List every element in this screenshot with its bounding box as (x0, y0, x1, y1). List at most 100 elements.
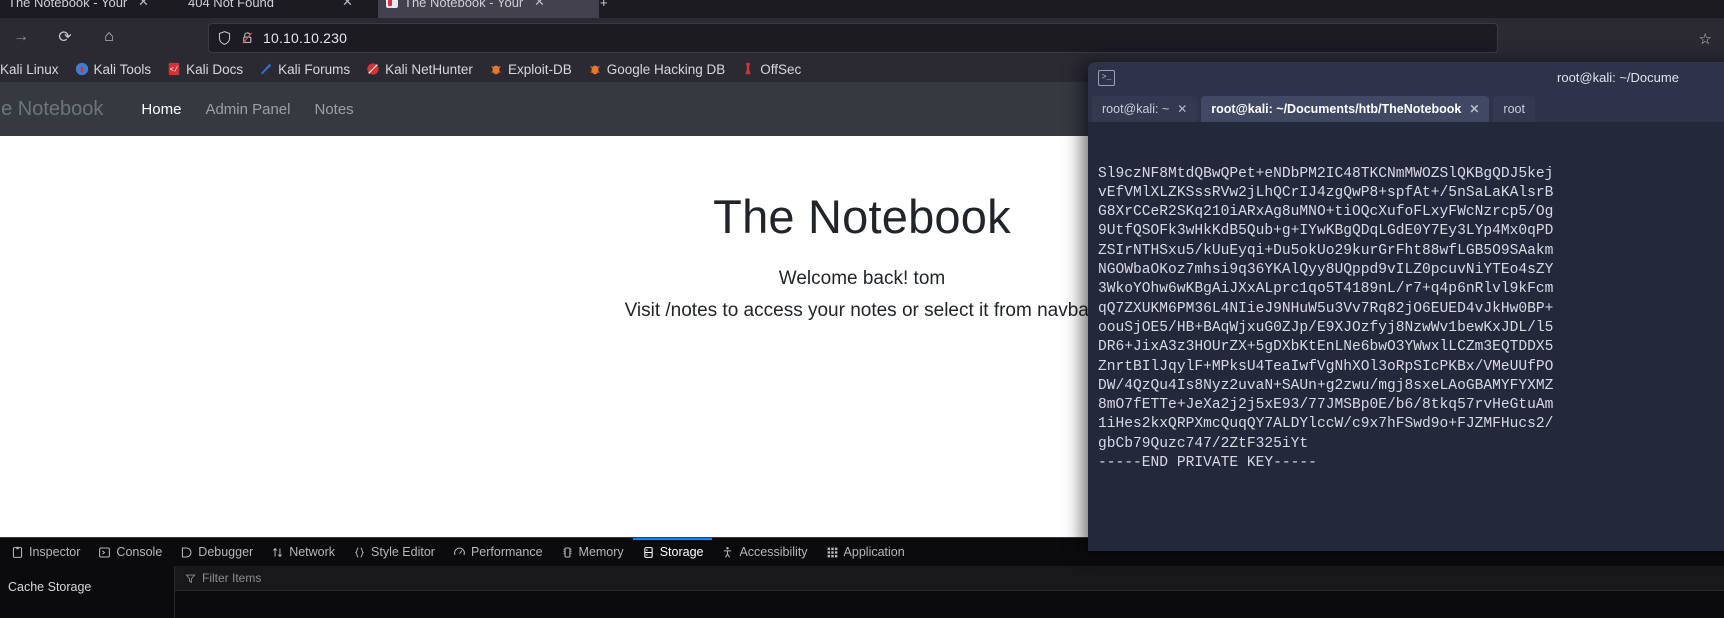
application-icon (827, 547, 837, 557)
terminal-key-line: G8XrCCeR2SKq210iARxAg8uMNO+tiOQcXufoFLxy… (1098, 204, 1554, 221)
devtools-tab-inspector[interactable]: Inspector (2, 538, 89, 566)
site-brand[interactable]: he Notebook (0, 98, 103, 121)
devtools-tab-console[interactable]: Console (89, 538, 171, 566)
memory-icon (562, 547, 572, 557)
broken-lock-icon[interactable] (240, 30, 255, 46)
devtools-filter-row[interactable]: Filter Items (175, 566, 1724, 591)
terminal-output[interactable]: Sl9czNF8MtdQBwQPet+eNDbPM2IC48TKCNmMWOZS… (1088, 122, 1724, 551)
browser-tab-3[interactable]: The Notebook - Your Not... ✕ (378, 0, 599, 18)
devtools-tab-memory[interactable]: Memory (552, 538, 633, 566)
new-tab-label: + (600, 0, 608, 10)
devtools-tab-storage[interactable]: Storage (632, 538, 713, 566)
terminal-tab-label: root@kali: ~/Documents/htb/TheNotebook (1211, 102, 1462, 116)
terminal-tab-2[interactable]: root@kali: ~/Documents/htb/TheNotebook ✕ (1201, 96, 1490, 122)
close-icon[interactable]: ✕ (1469, 102, 1479, 116)
terminal-key-line: oouSjOE5/HB+BAqWjxuG0ZJp/E9XJOzfyj8NzwWv… (1098, 319, 1554, 336)
terminal-window-title: root@kali: ~/Docume (1557, 70, 1679, 85)
network-icon (273, 547, 283, 557)
nav-link-home[interactable]: Home (129, 101, 193, 118)
style-editor-icon (354, 547, 365, 557)
bookmark-star-icon[interactable]: ☆ (1699, 30, 1712, 48)
devtools-storage-main: Filter Items (175, 566, 1724, 618)
devtools-storage-sidebar: Cache Storage (0, 566, 175, 618)
terminal-key-line: DR6+JixA3z3HOUrZX+5gDXbKtEnLNe6bwO3YWwxl… (1098, 339, 1554, 356)
new-tab-button[interactable]: + (592, 0, 628, 18)
devtools-tab-label: Network (289, 545, 336, 559)
inspector-icon (12, 546, 23, 558)
reload-icon[interactable]: ⟳ (50, 23, 80, 51)
browser-tab-1-label: The Notebook - Your Not... (8, 0, 130, 10)
kali-forums-icon (260, 63, 272, 75)
offsec-icon (745, 62, 751, 75)
devtools-tab-performance[interactable]: Performance (444, 538, 552, 566)
bookmark-label: Exploit-DB (507, 61, 572, 77)
terminal-key-line: gbCb79Quzc747/2ZtF325iYt (1098, 435, 1309, 452)
kali-nethunter-icon (367, 63, 379, 75)
devtools-tab-application[interactable]: Application (817, 538, 914, 566)
devtools-tab-label: Performance (470, 545, 543, 559)
browser-tab-3-label: The Notebook - Your Not... (404, 0, 526, 10)
url-bar[interactable]: 10.10.10.230 (208, 23, 1498, 53)
devtools-tab-label: Application (843, 545, 905, 559)
devtools-tab-label: Memory (578, 545, 624, 559)
devtools-tab-label: Storage (659, 545, 704, 559)
terminal-key-line: ZSIrNTHSxu5/kUuEyqi+Du5okUo29kurGrFht88w… (1098, 242, 1554, 259)
nav-link-notes[interactable]: Notes (303, 101, 366, 118)
browser-tab-2-close[interactable]: ✕ (332, 0, 378, 18)
bookmark-offsec[interactable]: OffSec (733, 62, 809, 77)
storage-icon (644, 546, 653, 558)
bookmark-kali-nethunter[interactable]: Kali NetHunter (358, 62, 481, 77)
devtools-storage-table (175, 591, 1724, 618)
bookmark-kali-docs[interactable]: </ Kali Docs (159, 62, 251, 77)
close-icon[interactable]: ✕ (1177, 102, 1187, 116)
terminal-tab-bar: root@kali: ~ ✕ root@kali: ~/Documents/ht… (1088, 93, 1724, 122)
terminal-key-line: 9UtfQSOFk3wHkKdB5Qub+g+IYwKBgQDqLGdE0Y7E… (1098, 223, 1554, 240)
performance-icon (454, 547, 465, 555)
svg-text:</: </ (170, 67, 178, 75)
kali-docs-icon: </ (168, 62, 180, 76)
notebook-favicon-icon (386, 0, 398, 8)
terminal-key-line: DW/4QzQu4Is8Nyz2uvaN+SAUn+g2zwu/mgj8sxeL… (1098, 377, 1554, 394)
devtools-tab-label: Console (116, 545, 163, 559)
bookmark-exploit-db[interactable]: Exploit-DB (481, 62, 580, 77)
devtools-tab-accessibility[interactable]: Accessibility (712, 538, 816, 566)
bookmark-kali-linux[interactable]: Kali Linux (0, 62, 67, 77)
terminal-key-line: -----END PRIVATE KEY----- (1098, 455, 1317, 472)
console-icon (99, 547, 111, 557)
filter-icon (185, 574, 196, 583)
browser-tab-strip: The Notebook - Your Not... ✕ 404 Not Fou… (0, 0, 1724, 18)
close-icon[interactable]: ✕ (138, 0, 149, 10)
close-icon[interactable]: ✕ (342, 0, 353, 10)
terminal-key-line: qQ7ZXUKM6PM36L4NIieJ9NHuW5u3Vv7Rq82jO6EU… (1098, 300, 1554, 317)
browser-tab-1[interactable]: The Notebook - Your Not... ✕ (0, 0, 191, 18)
devtools-tab-label: Inspector (29, 545, 81, 559)
bookmark-label: Google Hacking DB (606, 61, 726, 77)
debugger-icon (182, 547, 192, 557)
bookmark-label: Kali Tools (93, 61, 152, 77)
bookmark-label: Kali Forums (278, 61, 351, 77)
forward-icon[interactable]: → (6, 23, 36, 51)
nav-link-admin-panel[interactable]: Admin Panel (193, 101, 302, 118)
bookmark-label: Kali NetHunter (385, 61, 473, 77)
browser-tab-2-label: 404 Not Found (188, 0, 275, 10)
bookmark-kali-tools[interactable]: Kali Tools (67, 62, 160, 77)
terminal-tab-3[interactable]: root (1493, 96, 1535, 122)
devtools-tab-network[interactable]: Network (262, 538, 344, 566)
bookmark-google-hacking-db[interactable]: Google Hacking DB (580, 62, 734, 77)
terminal-tab-1[interactable]: root@kali: ~ ✕ (1092, 96, 1198, 122)
terminal-window: >_ root@kali: ~/Docume root@kali: ~ ✕ ro… (1088, 62, 1724, 551)
devtools-tab-label: Accessibility (739, 545, 808, 559)
devtools-tab-style-editor[interactable]: Style Editor (344, 538, 444, 566)
terminal-key-line: 3WkoYOhw6wKBgAiJXxALprc1qo5T4189nL/r7+q4… (1098, 281, 1554, 298)
terminal-key-block: Sl9czNF8MtdQBwQPet+eNDbPM2IC48TKCNmMWOZS… (1098, 165, 1724, 474)
home-icon[interactable]: ⌂ (94, 23, 124, 51)
close-icon[interactable]: ✕ (534, 0, 545, 10)
terminal-key-line: NGOWbaOKoz7mhsi9q36YKAlQyy8UQppd9vILZ0pc… (1098, 262, 1554, 279)
devtools-tab-debugger[interactable]: Debugger (171, 538, 262, 566)
bookmark-kali-forums[interactable]: Kali Forums (251, 62, 358, 77)
kali-tools-icon (75, 62, 88, 76)
terminal-tab-label: root (1503, 102, 1525, 116)
browser-toolbar: → ⟳ ⌂ 10.10.10.230 ☆ (0, 18, 1724, 56)
sidebar-item-cache-storage[interactable]: Cache Storage (8, 580, 174, 594)
